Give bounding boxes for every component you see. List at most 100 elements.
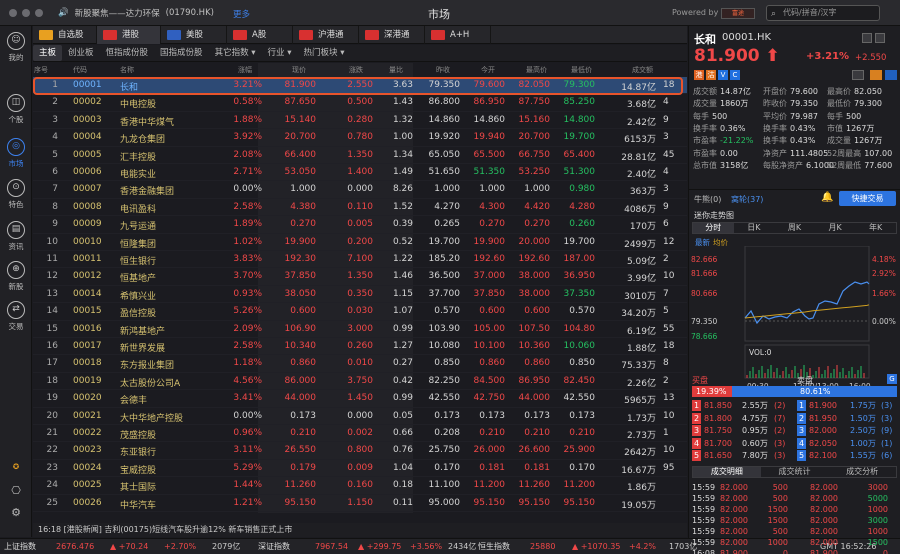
table-row[interactable]: 14 00015 盈信控股 5.26% 0.600 0.030 1.07 0.570 0.600… xyxy=(33,303,687,321)
chart-tab-0[interactable]: 分时 xyxy=(693,223,734,233)
cell: 0.260 xyxy=(569,219,595,230)
table-row[interactable]: 25 00026 中华汽车 1.21% 95.150 1.150 0.11 95.000 95.… xyxy=(33,495,687,512)
table-row[interactable]: 24 00025 其士国际 1.44% 11.260 0.160 0.18 11.100 11.… xyxy=(33,477,687,495)
share-icon[interactable] xyxy=(852,70,864,80)
table-row[interactable]: 5 00005 汇丰控股 2.08% 66.400 1.350 1.34 65.050 65.5… xyxy=(33,147,687,164)
gift-icon[interactable]: ⎔ xyxy=(0,484,32,497)
chart-tab-3[interactable]: 月K xyxy=(815,223,856,233)
sub-tab-5[interactable]: 行业 ▾ xyxy=(262,45,298,61)
order-book-row[interactable]: 2 81.800 4.75万 (7) 2 81.950 1.50万 (3) xyxy=(692,412,897,424)
column-header[interactable]: 成交额 xyxy=(632,65,653,75)
sidebar-item-4[interactable]: ▤ 资讯 xyxy=(0,221,32,252)
g-icon[interactable]: G xyxy=(887,374,897,384)
column-header[interactable]: 序号 xyxy=(34,65,48,75)
warrants-link[interactable]: 窝轮(37) xyxy=(731,194,763,205)
chart-tab-4[interactable]: 年K xyxy=(855,223,896,233)
table-row[interactable]: 6 00006 电能实业 2.71% 53.050 1.400 1.49 51.650 51.3… xyxy=(33,164,687,182)
table-row[interactable]: 18 00019 太古股份公司A 4.56% 86.000 3.750 0.42 82.250… xyxy=(33,373,687,391)
order-book-row[interactable]: 5 81.650 7.80万 (3) 5 82.100 1.55万 (6) xyxy=(692,450,897,461)
sidebar-item-0[interactable]: ☺ 我的 xyxy=(0,32,32,63)
table-row[interactable]: 4 00004 九龙仓集团 3.92% 20.700 0.780 1.00 19.920 19.… xyxy=(33,129,687,147)
table-row[interactable]: 3 00003 香港中华煤气 1.88% 15.140 0.280 1.32 14.860 14… xyxy=(33,112,687,130)
search-input[interactable]: ⌕ 代码/拼音/汉字 xyxy=(766,5,880,21)
trade-tab-1[interactable]: 成交统计 xyxy=(761,467,829,477)
maximize-window-dot[interactable] xyxy=(35,9,43,17)
settings-gear-icon[interactable]: ⚙ xyxy=(0,506,32,519)
market-tab-5[interactable]: 深港通 xyxy=(359,26,425,44)
favorite-icon[interactable] xyxy=(870,70,882,80)
trade-tab-2[interactable]: 成交分析 xyxy=(828,467,896,477)
table-row[interactable]: 7 00007 香港金融集团 0.00% 1.000 0.000 8.26 1.000 1.00… xyxy=(33,181,687,199)
tick-price-b: 82.000 xyxy=(810,505,838,514)
cell: 0.179 xyxy=(290,462,316,473)
avatar-icon: ☺ xyxy=(7,32,25,50)
column-header[interactable]: 最低价 xyxy=(571,65,592,75)
index-name[interactable]: 深证指数 xyxy=(258,539,290,554)
sidebar-item-5[interactable]: ⊕ 新股 xyxy=(0,261,32,292)
table-row[interactable]: 8 00008 电讯盈科 2.58% 4.380 0.110 1.52 4.270 4.300 4… xyxy=(33,199,687,217)
bid-level: 5 xyxy=(692,450,701,461)
index-name[interactable]: 恒生指数 xyxy=(478,539,510,554)
market-tab-3[interactable]: A股 xyxy=(227,26,293,44)
expand-icon[interactable] xyxy=(875,33,885,43)
table-row[interactable]: 9 00009 九号运通 1.89% 0.270 0.005 0.39 0.265 0.270 0… xyxy=(33,216,687,234)
sidebar-item-3[interactable]: ⊙ 特色 xyxy=(0,179,32,210)
column-header[interactable]: 今开 xyxy=(481,65,495,75)
sub-tab-1[interactable]: 创业板 xyxy=(62,45,100,61)
market-tab-4[interactable]: 沪港通 xyxy=(293,26,359,44)
sub-tab-4[interactable]: 其它指数 ▾ xyxy=(209,45,262,61)
column-header[interactable]: 代码 xyxy=(73,65,87,75)
sidebar-item-1[interactable]: ◫ 个股 xyxy=(0,94,32,125)
chart-tab-2[interactable]: 周K xyxy=(774,223,815,233)
table-row[interactable]: 23 00024 宝威控股 5.29% 0.179 0.009 1.04 0.170 0.181… xyxy=(33,460,687,478)
promo-icon[interactable]: ✪ xyxy=(0,462,32,471)
table-row[interactable]: 15 00016 新鸿基地产 2.09% 106.90 3.000 0.99 103.90 10… xyxy=(33,321,687,338)
table-row[interactable]: 2 00002 中电控股 0.58% 87.650 0.500 1.43 86.800 86.9… xyxy=(33,94,687,112)
trade-tab-0[interactable]: 成交明细 xyxy=(693,467,761,477)
sidebar-label: 市场 xyxy=(8,159,24,168)
order-book-row[interactable]: 1 81.850 2.55万 (2) 1 81.900 1.75万 (3) xyxy=(692,400,897,411)
chart-tab-1[interactable]: 日K xyxy=(734,223,775,233)
column-header[interactable]: 最高价 xyxy=(526,65,547,75)
index-name[interactable]: 上证指数 xyxy=(4,539,36,554)
settings-icon[interactable] xyxy=(885,70,897,80)
table-row[interactable]: 19 00020 会德丰 3.41% 44.000 1.450 0.99 42.550 42.7… xyxy=(33,390,687,408)
table-row[interactable]: 12 00012 恒基地产 3.70% 37.850 1.350 1.46 36.500 37.… xyxy=(33,268,687,286)
table-row[interactable]: 17 00018 东方报业集团 1.18% 0.860 0.010 0.27 0.850 0.8… xyxy=(33,355,687,373)
market-tab-1[interactable]: 港股 xyxy=(97,26,161,44)
alert-bell-icon[interactable]: 🔔 xyxy=(821,192,833,203)
close-window-dot[interactable] xyxy=(9,9,17,17)
table-row[interactable]: 16 00017 新世界发展 2.58% 10.340 0.260 1.27 10.080 10… xyxy=(33,338,687,356)
table-row[interactable]: 22 00023 东亚银行 3.11% 26.550 0.800 0.76 25.750 26.… xyxy=(33,442,687,460)
stat-label: 每手 xyxy=(827,111,843,121)
market-tab-0[interactable]: 自选股 xyxy=(33,26,97,44)
order-book-row[interactable]: 4 81.700 0.60万 (3) 4 82.050 1.00万 (1) xyxy=(692,437,897,449)
cbbc-link[interactable]: 牛熊(0) xyxy=(694,194,721,205)
news-bar[interactable]: 16:18 [港股新闻] 吉利(00175)短线汽车股升逾12% 新车销售正式上… xyxy=(33,523,687,537)
news-ticker[interactable]: 🔊 新股聚焦—— 达力环保 (01790.HK) xyxy=(58,7,214,19)
table-row[interactable]: 20 00021 大中华地产控股 0.00% 0.173 0.000 0.05 0.173 0.… xyxy=(33,408,687,425)
column-header[interactable]: 昨收 xyxy=(436,65,450,75)
table-row[interactable]: 11 00011 恒生银行 3.83% 192.30 7.100 1.22 185.20 192… xyxy=(33,251,687,269)
column-header[interactable]: 名称 xyxy=(120,65,134,75)
minimize-window-dot[interactable] xyxy=(22,9,30,17)
table-row[interactable]: 21 00022 茂盛控股 0.96% 0.210 0.002 0.66 0.208 0.210… xyxy=(33,425,687,443)
market-tab-6[interactable]: A+H xyxy=(425,26,491,44)
stat-value: 79.300 xyxy=(854,99,882,109)
sidebar-item-2[interactable]: ◎ 市场 xyxy=(0,138,32,169)
sub-tab-0[interactable]: 主板 xyxy=(33,45,63,61)
table-row[interactable]: 10 00010 恒隆集团 1.02% 19.900 0.200 0.52 19.700 19.… xyxy=(33,234,687,251)
market-tab-2[interactable]: 美股 xyxy=(161,26,227,44)
tick-price-b: 82.000 xyxy=(810,483,838,492)
layout-icon[interactable] xyxy=(862,33,872,43)
order-book-row[interactable]: 3 81.750 0.95万 (2) 3 82.000 2.50万 (9) xyxy=(692,425,897,436)
sub-tab-6[interactable]: 热门板块 ▾ xyxy=(298,45,351,61)
table-row[interactable]: 13 00014 希慎兴业 0.93% 38.050 0.350 1.15 37.700 37.… xyxy=(33,286,687,304)
sub-tab-2[interactable]: 恒指成份股 xyxy=(100,45,155,61)
sub-tab-3[interactable]: 国指成份股 xyxy=(154,45,209,61)
more-link[interactable]: 更多 xyxy=(233,8,250,20)
sidebar-item-6[interactable]: ⇄ 交易 xyxy=(0,301,32,332)
fast-trade-button[interactable]: 快捷交易 xyxy=(839,191,896,206)
column-header[interactable]: 涨幅 xyxy=(238,65,252,75)
mini-chart[interactable]: 82.666 81.666 80.666 79.350 78.666 4.18% 2.92%… xyxy=(689,246,900,394)
